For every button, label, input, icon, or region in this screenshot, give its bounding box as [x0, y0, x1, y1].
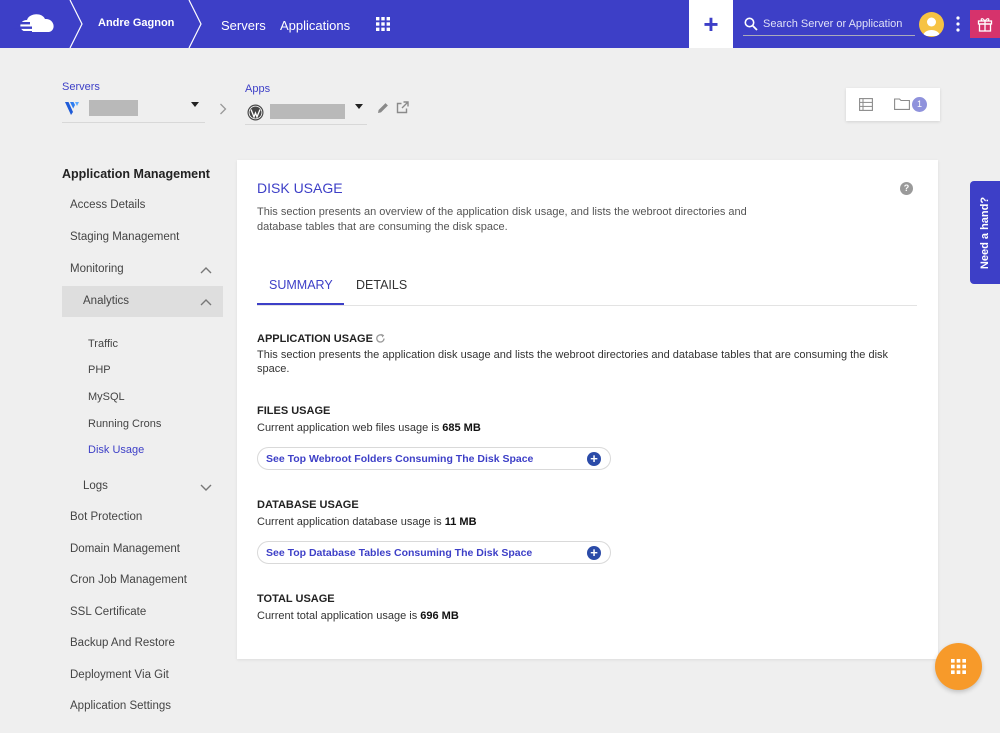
apps-label: Apps — [245, 83, 271, 95]
chevron-right-icon — [220, 103, 227, 115]
search-input[interactable] — [763, 15, 913, 33]
avatar[interactable] — [919, 12, 944, 37]
sidebar-item-disk-usage[interactable]: Disk Usage — [88, 444, 144, 456]
edit-icon[interactable] — [377, 102, 389, 114]
tab-summary[interactable]: SUMMARY — [269, 278, 333, 292]
vultr-icon — [65, 102, 79, 115]
app-select[interactable] — [245, 98, 367, 125]
help-icon[interactable]: ? — [900, 182, 913, 195]
search-icon — [744, 17, 758, 31]
plus-icon: + — [587, 452, 601, 466]
db-usage-title: DATABASE USAGE — [257, 499, 359, 511]
need-a-hand-label: Need a hand? — [979, 196, 991, 269]
folder-icon[interactable] — [894, 98, 910, 110]
expander-label: See Top Webroot Folders Consuming The Di… — [266, 453, 534, 465]
chevron-up-icon[interactable] — [200, 266, 212, 274]
wordpress-icon — [247, 104, 264, 121]
view-toggle: 1 — [846, 88, 940, 121]
user-name[interactable]: Andre Gagnon — [98, 17, 174, 29]
total-usage-value: 696 MB — [420, 610, 459, 622]
plus-icon: + — [587, 546, 601, 560]
page-description: This section presents an overview of the… — [257, 206, 747, 233]
folder-count-badge: 1 — [912, 97, 927, 112]
tab-details[interactable]: DETAILS — [356, 278, 407, 292]
top-db-tables-expander[interactable]: See Top Database Tables Consuming The Di… — [257, 541, 611, 564]
sidebar-item-analytics[interactable]: Analytics — [62, 286, 223, 317]
sidebar-item-label: Analytics — [83, 295, 130, 307]
quick-actions-button[interactable] — [935, 643, 982, 690]
avatar-icon — [923, 17, 940, 36]
total-usage-title: TOTAL USAGE — [257, 593, 335, 605]
gift-icon — [977, 18, 993, 32]
servers-label: Servers — [62, 81, 100, 93]
disk-usage-card: DISK USAGE ? This section presents an ov… — [237, 160, 938, 659]
server-name-redacted — [89, 100, 138, 116]
top-bar: Andre Gagnon Servers Applications + — [0, 0, 1000, 48]
sidebar-item-staging[interactable]: Staging Management — [70, 231, 179, 243]
files-usage-text: Current application web files usage is 6… — [257, 422, 481, 434]
kebab-menu-icon[interactable] — [952, 15, 964, 33]
cloudways-logo-icon[interactable] — [12, 10, 62, 38]
search-box — [743, 12, 915, 36]
chevron-up-icon[interactable] — [200, 298, 212, 306]
chevron-down-icon[interactable] — [200, 484, 212, 492]
app-usage-text: This section presents the application di… — [257, 349, 889, 375]
files-usage-value: 685 MB — [442, 422, 481, 434]
active-tab-indicator — [257, 303, 344, 305]
db-usage-text: Current application database usage is 11… — [257, 516, 477, 528]
sidebar-item-bot-protection[interactable]: Bot Protection — [70, 511, 142, 523]
sidebar-item-deployment[interactable]: Deployment Via Git — [70, 669, 169, 681]
sidebar-item-php[interactable]: PHP — [88, 364, 111, 376]
sidebar-item-app-settings[interactable]: Application Settings — [70, 700, 171, 712]
app-usage-title: APPLICATION USAGE — [257, 333, 373, 345]
sidebar-title: Application Management — [62, 167, 210, 181]
breadcrumb-separator-icon — [69, 0, 83, 48]
files-usage-title: FILES USAGE — [257, 405, 331, 417]
sidebar-item-traffic[interactable]: Traffic — [88, 338, 118, 350]
gift-button[interactable] — [970, 10, 1000, 38]
sidebar-item-running-crons[interactable]: Running Crons — [88, 418, 161, 430]
app-dropdown-icon[interactable] — [355, 104, 363, 109]
sidebar-item-cron-job[interactable]: Cron Job Management — [70, 574, 187, 586]
server-dropdown-icon[interactable] — [191, 102, 199, 107]
tabs-divider — [257, 305, 917, 306]
list-view-icon[interactable] — [859, 98, 873, 111]
expander-label: See Top Database Tables Consuming The Di… — [266, 547, 533, 559]
breadcrumb-separator-icon — [188, 0, 202, 48]
nav-servers-link[interactable]: Servers — [221, 18, 266, 33]
top-webroot-folders-expander[interactable]: See Top Webroot Folders Consuming The Di… — [257, 447, 611, 470]
refresh-icon[interactable] — [375, 333, 386, 344]
need-a-hand-tab[interactable]: Need a hand? — [970, 181, 1000, 284]
grid-icon — [951, 659, 966, 674]
external-link-icon[interactable] — [396, 101, 409, 114]
sidebar-item-ssl[interactable]: SSL Certificate — [70, 606, 146, 618]
app-name-redacted — [270, 104, 345, 119]
page-title: DISK USAGE — [257, 180, 343, 196]
total-usage-text: Current total application usage is 696 M… — [257, 610, 459, 622]
sidebar-item-monitoring[interactable]: Monitoring — [70, 263, 124, 275]
sidebar-item-mysql[interactable]: MySQL — [88, 391, 125, 403]
sidebar-item-domain-management[interactable]: Domain Management — [70, 543, 180, 555]
grid-icon[interactable] — [376, 17, 390, 31]
sidebar-item-backup[interactable]: Backup And Restore — [70, 637, 175, 649]
sidebar-item-access-details[interactable]: Access Details — [70, 199, 145, 211]
sidebar-item-logs[interactable]: Logs — [83, 480, 108, 492]
add-button[interactable]: + — [689, 0, 733, 48]
nav-applications-link[interactable]: Applications — [280, 18, 350, 33]
db-usage-value: 11 MB — [444, 516, 477, 528]
server-select[interactable] — [62, 96, 205, 123]
